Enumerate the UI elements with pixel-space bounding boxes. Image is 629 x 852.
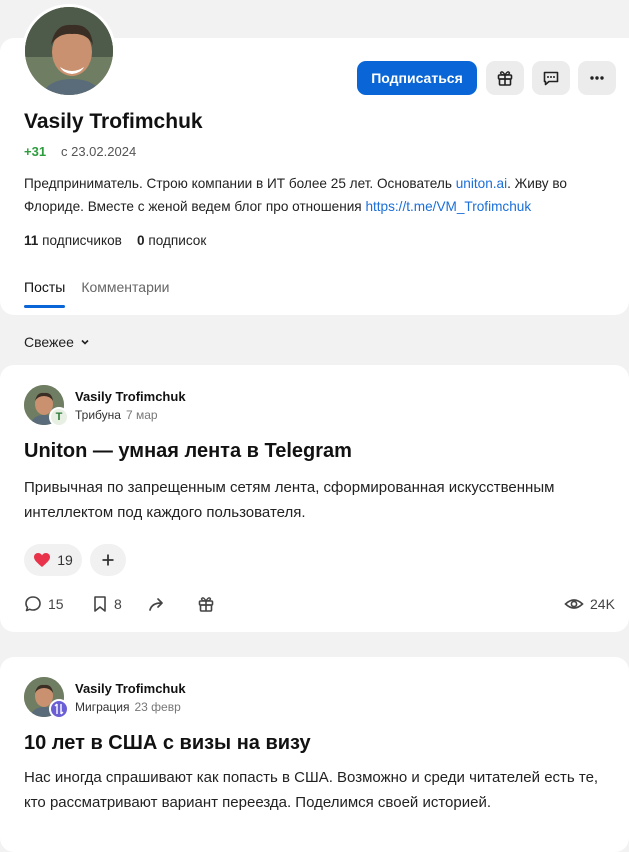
gift-post-button[interactable] [197, 595, 215, 613]
post-card[interactable]: Vasily Trofimchuk Миграция 23 февр 10 лет… [0, 657, 629, 852]
gift-icon [198, 597, 214, 612]
comments-stat[interactable]: 15 [24, 595, 64, 613]
post-date: 23 февр [134, 700, 181, 714]
followers-link[interactable]: 11 подписчиков [24, 233, 122, 248]
gift-button[interactable] [486, 61, 524, 95]
add-reaction-button[interactable] [90, 544, 126, 576]
post-title[interactable]: Uniton — умная лента в Telegram [24, 440, 352, 463]
member-since: с 23.02.2024 [61, 144, 137, 159]
comment-icon [25, 596, 41, 612]
message-icon [543, 71, 559, 86]
bio-link-uniton[interactable]: uniton.ai [456, 176, 507, 191]
sort-dropdown[interactable]: Свежее [24, 334, 90, 350]
bookmarks-stat[interactable]: 8 [92, 595, 122, 613]
post-text: Привычная по запрещенным сетям лента, сф… [24, 479, 555, 521]
post-meta: Миграция 23 февр [75, 700, 181, 714]
profile-bio: Предприниматель. Строю компании в ИТ бол… [24, 172, 624, 218]
sort-label: Свежее [24, 334, 74, 350]
bio-text: Предприниматель. Строю компании в ИТ бол… [24, 176, 456, 191]
profile-avatar[interactable] [22, 4, 116, 98]
more-dots-icon [590, 76, 604, 80]
gift-icon [497, 71, 513, 86]
bookmarks-count: 8 [114, 596, 122, 612]
more-button[interactable] [578, 61, 616, 95]
post-date: 7 мар [125, 408, 158, 422]
comments-count: 15 [48, 596, 64, 612]
community-badge [49, 699, 69, 719]
subscribe-button[interactable]: Подписаться [357, 61, 477, 95]
profile-name: Vasily Trofimchuk [24, 110, 203, 133]
post-community[interactable]: Трибуна [75, 408, 121, 422]
share-button[interactable] [148, 595, 168, 613]
post-card[interactable]: Т Vasily Trofimchuk Трибуна 7 мар Uniton … [0, 365, 629, 632]
post-community[interactable]: Миграция [75, 700, 130, 714]
views-stat: 24K [564, 595, 615, 613]
tab-comments[interactable]: Комментарии [81, 279, 169, 308]
profile-tabs: Посты Комментарии [24, 279, 170, 308]
plus-icon [102, 554, 114, 566]
bio-link-telegram[interactable]: https://t.me/VM_Trofimchuk [365, 199, 531, 214]
like-reaction[interactable]: 19 [24, 544, 82, 576]
post-title[interactable]: 10 лет в США с визы на визу [24, 732, 311, 755]
share-arrow-icon [149, 598, 163, 611]
post-author[interactable]: Vasily Trofimchuk [75, 389, 186, 404]
following-link[interactable]: 0 подписок [137, 233, 206, 248]
bookmark-icon [94, 596, 106, 612]
follow-counts: 11 подписчиков 0 подписок [24, 233, 206, 248]
chevron-down-icon [81, 339, 89, 345]
like-count: 19 [57, 552, 73, 568]
karma-value: +31 [24, 144, 47, 159]
post-author[interactable]: Vasily Trofimchuk [75, 681, 186, 696]
post-text: Нас иногда спрашивают как попасть в США.… [24, 769, 599, 811]
eye-icon [564, 599, 584, 609]
views-count: 24K [590, 596, 615, 612]
community-badge: Т [49, 407, 69, 427]
post-meta: Трибуна 7 мар [75, 408, 158, 422]
message-button[interactable] [532, 61, 570, 95]
migration-icon [54, 703, 64, 715]
tab-posts[interactable]: Посты [24, 279, 66, 308]
heart-icon [34, 553, 51, 567]
